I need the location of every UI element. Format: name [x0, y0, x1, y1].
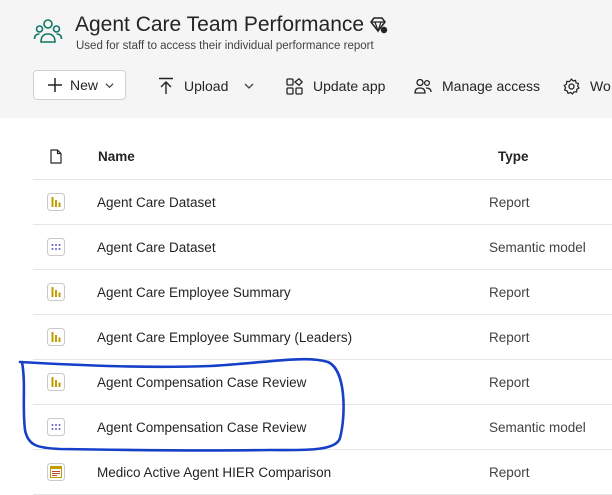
item-name[interactable]: Agent Compensation Case Review [97, 375, 306, 390]
file-icon [50, 149, 62, 164]
item-name[interactable]: Agent Care Employee Summary (Leaders) [97, 330, 352, 345]
list-header: Name Type [33, 134, 612, 180]
list-item[interactable]: Agent Care Employee Summary Report [33, 270, 612, 315]
update-app-button[interactable]: Update app [286, 70, 385, 102]
workspace-title: Agent Care Team Performance [75, 13, 365, 36]
column-header-name[interactable]: Name [98, 149, 135, 164]
item-name[interactable]: Agent Care Dataset [97, 195, 216, 210]
list-item[interactable]: Agent Compensation Case Review Report [33, 360, 612, 405]
item-type: Report [489, 465, 530, 480]
list-item[interactable]: Medico Active Agent HIER Comparison Repo… [33, 450, 612, 495]
item-name[interactable]: Agent Care Employee Summary [97, 285, 291, 300]
plus-icon [48, 78, 62, 92]
update-app-label: Update app [313, 78, 386, 94]
list-item[interactable]: Agent Care Dataset Semantic model [33, 225, 612, 270]
list-item[interactable]: Agent Compensation Case Review Semantic … [33, 405, 612, 450]
content-list: Name Type Agent Care Dataset Report Agen… [33, 134, 612, 495]
workspace-subtitle: Used for staff to access their individua… [76, 40, 374, 52]
item-name[interactable]: Agent Care Dataset [97, 240, 216, 255]
app-icon [286, 77, 303, 95]
item-type: Report [489, 375, 530, 390]
paginated-report-icon [47, 463, 65, 481]
item-name[interactable]: Medico Active Agent HIER Comparison [97, 465, 331, 480]
workspace-settings-label: Wo [590, 78, 611, 94]
workspace-people-icon [33, 19, 63, 43]
report-icon [47, 193, 65, 211]
gear-icon [563, 77, 580, 95]
premium-diamond-icon[interactable] [368, 15, 388, 35]
workspace-settings-button[interactable]: Wo [563, 70, 611, 102]
manage-access-label: Manage access [442, 78, 541, 94]
list-item[interactable]: Agent Care Employee Summary (Leaders) Re… [33, 315, 612, 360]
semantic-model-icon [47, 418, 65, 436]
report-icon [47, 283, 65, 301]
chevron-down-icon [105, 82, 114, 88]
upload-label: Upload [184, 78, 229, 94]
manage-access-button[interactable]: Manage access [414, 70, 540, 102]
people-icon [414, 78, 432, 94]
workspace-header: Agent Care Team Performance Used for sta… [0, 0, 612, 118]
item-type: Semantic model [489, 420, 586, 435]
report-icon [47, 328, 65, 346]
upload-icon [159, 77, 173, 94]
list-item[interactable]: Agent Care Dataset Report [33, 180, 612, 225]
report-icon [47, 373, 65, 391]
item-type: Semantic model [489, 240, 586, 255]
item-type: Report [489, 285, 530, 300]
item-type: Report [489, 195, 530, 210]
item-name[interactable]: Agent Compensation Case Review [97, 420, 306, 435]
column-header-type[interactable]: Type [498, 149, 529, 164]
item-type: Report [489, 330, 530, 345]
upload-button[interactable]: Upload [158, 70, 254, 102]
new-button-label: New [70, 77, 99, 93]
semantic-model-icon [47, 238, 65, 256]
chevron-down-icon [244, 83, 254, 89]
new-button[interactable]: New [33, 70, 126, 100]
